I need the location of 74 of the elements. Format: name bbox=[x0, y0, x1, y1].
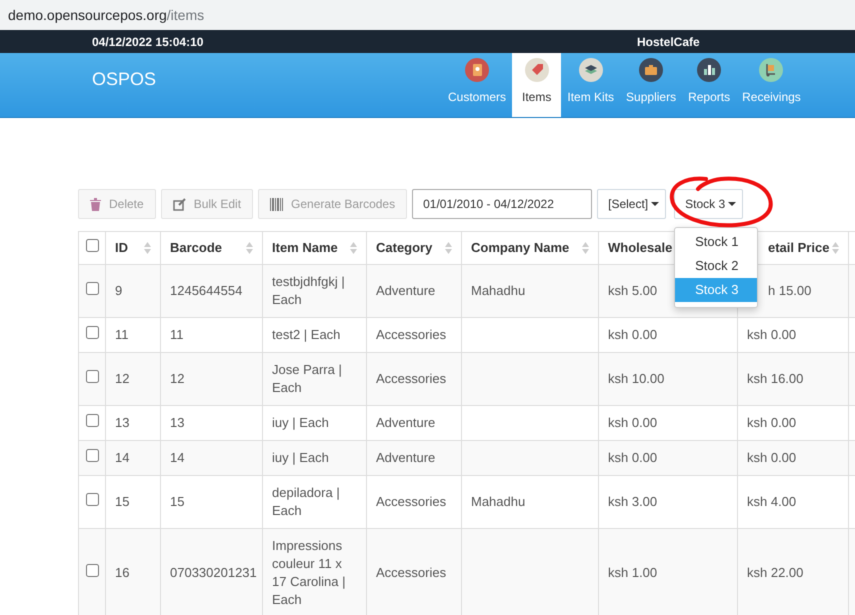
table-cell: 11 bbox=[170, 327, 184, 342]
filter-dropdown[interactable]: [Select] bbox=[597, 189, 666, 219]
row-checkbox[interactable] bbox=[86, 414, 99, 427]
table-cell: 15 bbox=[170, 494, 184, 509]
table-cell: 15 bbox=[115, 494, 130, 509]
table-cell: Impressions couleur 11 x 17 Carolina | Each bbox=[272, 538, 346, 607]
table-cell: Accessories bbox=[376, 371, 446, 386]
trash-icon bbox=[90, 198, 101, 210]
table-cell: depiladora | Each bbox=[272, 485, 340, 518]
address-bar[interactable]: demo.opensourcepos.org/items bbox=[0, 0, 855, 30]
caret-icon bbox=[651, 202, 660, 206]
table-cell: Adventure bbox=[376, 415, 436, 430]
stock-dropdown[interactable]: Stock 3 bbox=[674, 189, 744, 219]
table-cell: test2 | Each bbox=[272, 327, 340, 342]
table-cell: testbjdhfgkj | Each bbox=[272, 274, 345, 307]
column-header[interactable]: Wholesale bbox=[608, 239, 672, 257]
tag-icon bbox=[524, 58, 549, 82]
date-time: 04/12/2022 15:04:10 bbox=[92, 34, 204, 48]
menu-item[interactable]: Stock 2 bbox=[675, 254, 758, 278]
table-cell: 16 bbox=[115, 565, 130, 580]
barcode-icon bbox=[270, 198, 284, 210]
table-cell: 12 bbox=[170, 371, 184, 386]
table-cell: ksh 3.00 bbox=[608, 494, 658, 509]
table-cell: 12 bbox=[115, 371, 130, 386]
table-cell: Adventure bbox=[376, 450, 436, 465]
row-checkbox[interactable] bbox=[86, 449, 99, 462]
date-range-field[interactable]: 01/01/2010 - 04/12/2022 bbox=[412, 189, 592, 219]
table-cell: ksh 1.00 bbox=[608, 565, 658, 580]
contacts-book-icon bbox=[465, 58, 489, 82]
layers-icon bbox=[578, 58, 603, 82]
table-cell: 11 bbox=[115, 327, 128, 342]
table-cell: ksh 0.00 bbox=[608, 450, 658, 465]
table-cell: ksh 16.00 bbox=[747, 371, 804, 386]
table-cell: h 15.00 bbox=[768, 283, 812, 298]
table-cell: 070330201231 bbox=[170, 565, 257, 580]
table-cell: 13 bbox=[115, 415, 130, 430]
table-cell: ksh 5.00 bbox=[608, 283, 658, 298]
hand-truck-icon bbox=[759, 58, 784, 82]
table-cell: 13 bbox=[170, 415, 184, 430]
row-checkbox[interactable] bbox=[86, 493, 99, 506]
table-cell: ksh 0.00 bbox=[747, 415, 796, 430]
table-cell: iuy | Each bbox=[272, 415, 329, 430]
table-cell: ksh 0.00 bbox=[608, 327, 658, 342]
row-checkbox[interactable] bbox=[86, 564, 99, 577]
table-cell: ksh 22.00 bbox=[747, 565, 804, 580]
row-checkbox[interactable] bbox=[86, 326, 99, 339]
table-cell: ksh 0.00 bbox=[747, 450, 796, 465]
menu-item[interactable]: Stock 1 bbox=[675, 230, 758, 254]
row-checkbox[interactable] bbox=[86, 282, 99, 295]
table-cell: 14 bbox=[170, 450, 184, 465]
table-cell: 1245644554 bbox=[170, 283, 242, 298]
nav-tab[interactable]: Items bbox=[512, 53, 562, 117]
table-cell: Mahadhu bbox=[471, 494, 526, 509]
table-cell: 14 bbox=[115, 450, 130, 465]
edit-icon bbox=[172, 198, 186, 210]
table-cell: Accessories bbox=[376, 494, 446, 509]
table-cell: Adventure bbox=[376, 283, 436, 298]
bar-chart-icon bbox=[697, 58, 722, 82]
table-cell: Accessories bbox=[376, 327, 446, 342]
table-cell: ksh 0.00 bbox=[608, 415, 658, 430]
table-cell: Jose Parra | Each bbox=[272, 362, 342, 395]
store-name: HostelCafe bbox=[637, 34, 700, 48]
table-cell: 9 bbox=[115, 283, 122, 298]
briefcase-icon bbox=[639, 58, 664, 82]
table-cell: Accessories bbox=[376, 565, 446, 580]
select-all-checkbox[interactable] bbox=[86, 239, 99, 252]
row-checkbox[interactable] bbox=[86, 370, 99, 383]
table-cell: iuy | Each bbox=[272, 450, 329, 465]
table-cell: ksh 10.00 bbox=[608, 371, 664, 386]
column-header[interactable]: ID bbox=[115, 239, 128, 257]
table-cell: ksh 0.00 bbox=[747, 327, 796, 342]
caret-icon bbox=[728, 202, 736, 206]
table-cell: Mahadhu bbox=[471, 283, 526, 298]
table-cell: ksh 4.00 bbox=[747, 494, 796, 509]
